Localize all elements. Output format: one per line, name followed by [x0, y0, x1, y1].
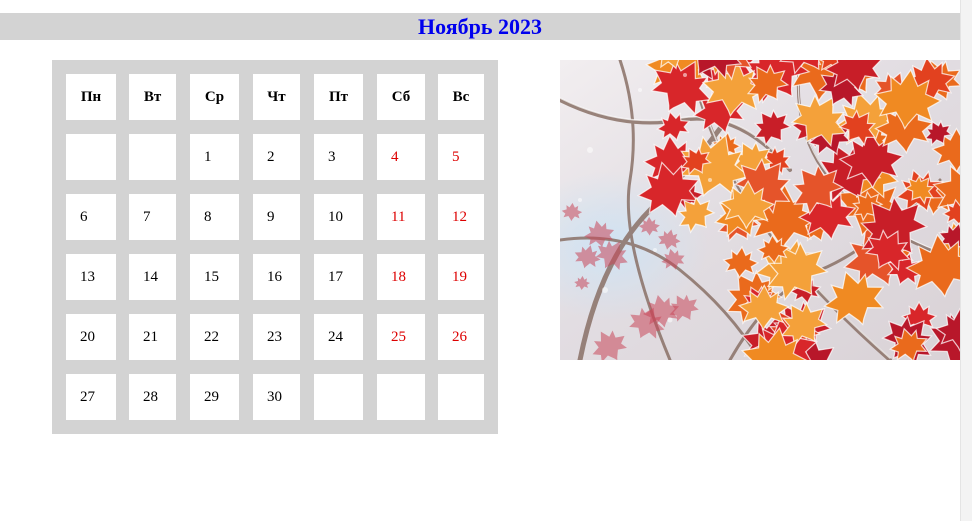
- day-cell: 16: [253, 254, 300, 300]
- calendar-grid: Пн Вт Ср Чт Пт Сб Вс 1 2 3 4 5 6 7 8 9 10 11 12 13 14 15 16 17 1…: [52, 60, 498, 434]
- day-cell: 18: [377, 254, 425, 300]
- empty-day-cell: [438, 374, 484, 420]
- day-cell: 8: [190, 194, 239, 240]
- day-cell: 6: [66, 194, 116, 240]
- autumn-leaves-image: [560, 60, 960, 360]
- title-bar: Ноябрь 2023: [0, 13, 960, 40]
- empty-day-cell: [129, 134, 176, 180]
- scrollbar-track[interactable]: [960, 0, 972, 521]
- day-cell: 19: [438, 254, 484, 300]
- day-cell: 27: [66, 374, 116, 420]
- day-cell: 11: [377, 194, 425, 240]
- empty-day-cell: [377, 374, 425, 420]
- day-cell: 17: [314, 254, 363, 300]
- day-cell: 14: [129, 254, 176, 300]
- weekday-header: Вт: [129, 74, 176, 120]
- weekday-header: Пн: [66, 74, 116, 120]
- day-cell: 24: [314, 314, 363, 360]
- day-cell: 1: [190, 134, 239, 180]
- day-cell: 23: [253, 314, 300, 360]
- day-cell: 25: [377, 314, 425, 360]
- day-cell: 22: [190, 314, 239, 360]
- day-cell: 5: [438, 134, 484, 180]
- day-cell: 10: [314, 194, 363, 240]
- day-cell: 9: [253, 194, 300, 240]
- day-cell: 3: [314, 134, 363, 180]
- calendar-page: Ноябрь 2023 Пн Вт Ср Чт Пт Сб Вс 1 2 3 4 5 6 7 8 9 10 11 1…: [0, 0, 972, 521]
- weekday-header: Сб: [377, 74, 425, 120]
- day-cell: 15: [190, 254, 239, 300]
- empty-day-cell: [314, 374, 363, 420]
- month-photo: [560, 60, 960, 360]
- day-cell: 4: [377, 134, 425, 180]
- weekday-header: Пт: [314, 74, 363, 120]
- day-cell: 7: [129, 194, 176, 240]
- weekday-header: Вс: [438, 74, 484, 120]
- day-cell: 2: [253, 134, 300, 180]
- day-cell: 26: [438, 314, 484, 360]
- day-cell: 21: [129, 314, 176, 360]
- weekday-header: Чт: [253, 74, 300, 120]
- day-cell: 13: [66, 254, 116, 300]
- month-title: Ноябрь 2023: [418, 14, 542, 39]
- weekday-header: Ср: [190, 74, 239, 120]
- day-cell: 30: [253, 374, 300, 420]
- day-cell: 20: [66, 314, 116, 360]
- empty-day-cell: [66, 134, 116, 180]
- day-cell: 28: [129, 374, 176, 420]
- day-cell: 29: [190, 374, 239, 420]
- day-cell: 12: [438, 194, 484, 240]
